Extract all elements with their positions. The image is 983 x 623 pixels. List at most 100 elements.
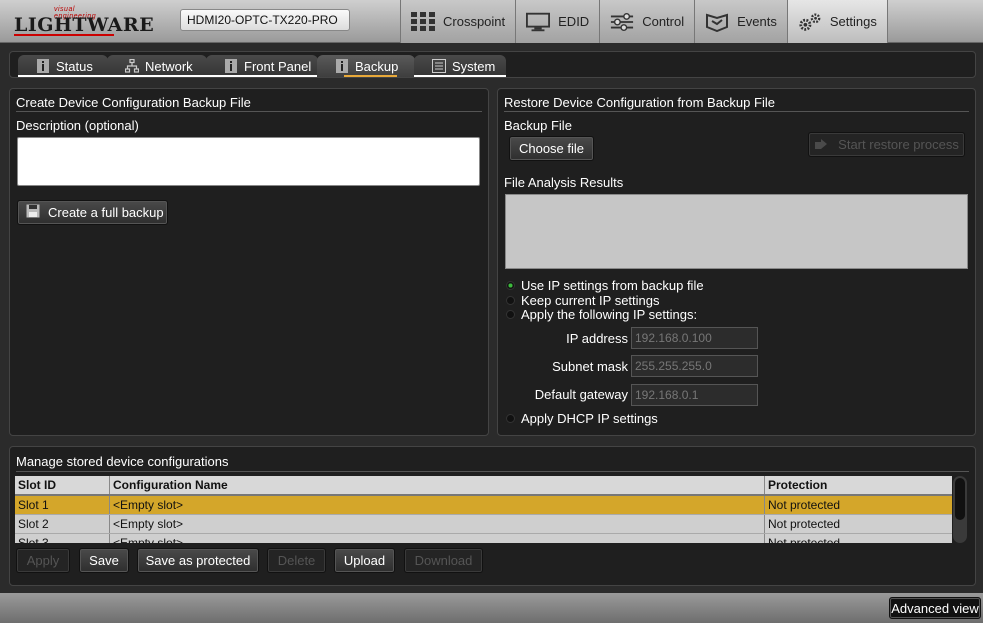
protection-cell: Not protected	[768, 498, 841, 512]
advanced-view-button[interactable]: Advanced view	[889, 597, 981, 619]
configuration-name-cell: <Empty slot>	[110, 496, 765, 514]
slot-id-cell: Slot 2	[15, 515, 110, 533]
crosspoint-grid-icon	[411, 11, 435, 33]
description-label: Description (optional)	[16, 118, 139, 133]
nav-crosspoint-label: Crosspoint	[443, 14, 506, 29]
table-header-row: Slot ID Configuration Name Protection	[15, 476, 952, 496]
gears-icon	[798, 11, 822, 33]
tab-status-label: Status	[56, 58, 93, 74]
nav-edid-label: EDID	[558, 14, 590, 29]
floppy-disk-icon	[26, 204, 40, 221]
divider	[504, 111, 969, 112]
tab-system[interactable]: System	[414, 55, 506, 77]
tab-backup-label: Backup	[355, 58, 399, 74]
choose-file-button[interactable]: Choose file	[509, 136, 594, 161]
radio-dot	[506, 281, 515, 290]
radio-keep-current-ip[interactable]: Keep current IP settings	[506, 293, 660, 308]
radio-keep-current-ip-label: Keep current IP settings	[521, 293, 660, 308]
device-name-display[interactable]: HDMI20-OPTC-TX220-PRO	[180, 9, 350, 31]
table-row[interactable]: Slot 2 <Empty slot> Not protected	[15, 515, 952, 534]
default-gateway-input[interactable]: 192.168.0.1	[631, 384, 758, 406]
tab-underline	[206, 75, 318, 77]
table-row[interactable]: Slot 3 <Empty slot> Not protected	[15, 534, 952, 543]
top-header: visual engineering LIGHTWARE HDMI20-OPTC…	[0, 0, 983, 43]
tab-active-underline	[344, 75, 397, 77]
nav-settings[interactable]: Settings	[786, 0, 888, 43]
column-header-configuration-name[interactable]: Configuration Name	[110, 476, 765, 494]
slot-id-cell: Slot 1	[15, 496, 110, 514]
divider	[16, 111, 482, 112]
description-input[interactable]	[17, 137, 480, 186]
create-full-backup-label: Create a full backup	[48, 205, 164, 220]
subnet-mask-label: Subnet mask	[552, 359, 628, 374]
default-gateway-label: Default gateway	[534, 387, 628, 402]
column-header-slot-id[interactable]: Slot ID	[15, 476, 110, 494]
tab-network[interactable]: Network	[107, 55, 207, 77]
analysis-results-box	[505, 194, 968, 269]
info-icon	[224, 59, 238, 73]
subnet-mask-input[interactable]: 255.255.255.0	[631, 355, 758, 377]
radio-apply-ip[interactable]: Apply the following IP settings:	[506, 307, 697, 322]
tab-front-panel[interactable]: Front Panel	[206, 55, 318, 77]
radio-use-backup-ip[interactable]: Use IP settings from backup file	[506, 278, 704, 293]
start-restore-label: Start restore process	[838, 137, 959, 152]
lightware-logo: visual engineering LIGHTWARE	[14, 6, 154, 36]
monitor-icon	[526, 11, 551, 33]
apply-button[interactable]: Apply	[16, 548, 70, 573]
brand-name: LIGHTWARE	[14, 14, 155, 36]
ip-address-input[interactable]: 192.168.0.100	[631, 327, 758, 349]
restore-title: Restore Device Configuration from Backup…	[504, 95, 775, 110]
events-icon	[705, 11, 729, 33]
restore-panel: Restore Device Configuration from Backup…	[497, 88, 976, 436]
create-full-backup-button[interactable]: Create a full backup	[17, 200, 168, 225]
slot-id-cell: Slot 3	[15, 534, 110, 543]
radio-dot	[506, 310, 515, 319]
analysis-label: File Analysis Results	[504, 175, 624, 190]
radio-dhcp[interactable]: Apply DHCP IP settings	[506, 411, 658, 426]
tab-system-label: System	[452, 58, 496, 74]
protection-cell: Not protected	[768, 517, 841, 531]
tab-front-panel-label: Front Panel	[244, 58, 312, 74]
create-backup-panel: Create Device Configuration Backup File …	[9, 88, 489, 436]
info-icon	[335, 59, 349, 73]
main-nav: Crosspoint EDID Control Events Settings	[400, 0, 888, 43]
configurations-table: Slot ID Configuration Name Protection Sl…	[15, 476, 952, 543]
ip-address-label: IP address	[566, 331, 628, 346]
footer-bar	[0, 593, 983, 623]
radio-dot	[506, 414, 515, 423]
download-button[interactable]: Download	[404, 548, 483, 573]
column-header-protection[interactable]: Protection	[765, 476, 952, 494]
radio-use-backup-ip-label: Use IP settings from backup file	[521, 278, 704, 293]
create-backup-title: Create Device Configuration Backup File	[16, 95, 251, 110]
info-icon	[36, 59, 50, 73]
settings-subtabs: Status Network Front Panel Backup System	[9, 51, 976, 78]
nav-events-label: Events	[737, 14, 777, 29]
nav-events[interactable]: Events	[694, 0, 787, 43]
radio-dot	[506, 296, 515, 305]
nav-settings-label: Settings	[829, 14, 877, 29]
tab-network-label: Network	[145, 58, 193, 74]
tab-status[interactable]: Status	[18, 55, 108, 77]
upload-button[interactable]: Upload	[334, 548, 395, 573]
nav-control-label: Control	[642, 14, 685, 29]
tab-underline	[18, 75, 108, 77]
tab-underline	[107, 75, 207, 77]
save-as-protected-button[interactable]: Save as protected	[137, 548, 259, 573]
radio-apply-ip-label: Apply the following IP settings:	[521, 307, 698, 322]
delete-button[interactable]: Delete	[267, 548, 326, 573]
restore-icon	[814, 136, 830, 153]
tab-backup[interactable]: Backup	[317, 55, 415, 77]
nav-control[interactable]: Control	[599, 0, 695, 43]
backup-file-label: Backup File	[504, 118, 572, 133]
tab-underline	[414, 75, 506, 77]
divider	[16, 471, 969, 472]
nav-edid[interactable]: EDID	[515, 0, 600, 43]
nav-crosspoint[interactable]: Crosspoint	[400, 0, 516, 43]
logo-underline	[14, 34, 114, 36]
table-row[interactable]: Slot 1 <Empty slot> Not protected	[15, 496, 952, 515]
network-icon	[125, 59, 139, 73]
scrollbar-thumb[interactable]	[955, 478, 965, 520]
table-scrollbar[interactable]	[953, 476, 967, 543]
start-restore-button[interactable]: Start restore process	[808, 132, 965, 157]
save-button[interactable]: Save	[79, 548, 129, 573]
